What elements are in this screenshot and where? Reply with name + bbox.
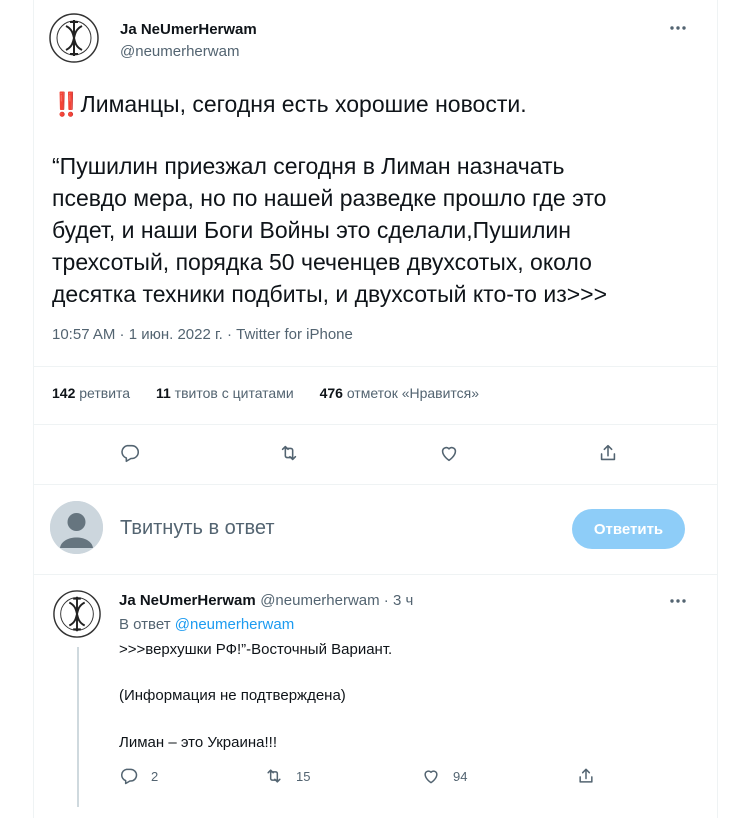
retweets-stat[interactable]: 142 ретвита bbox=[52, 385, 130, 401]
divider bbox=[33, 484, 717, 485]
likes-label: отметок «Нравится» bbox=[346, 385, 480, 401]
divider bbox=[33, 366, 717, 367]
avatar-emblem-icon bbox=[53, 590, 101, 638]
avatar-emblem-icon bbox=[49, 13, 99, 63]
tweet-body-line: будет, и наши Боги Войны это сделали,Пуш… bbox=[52, 217, 571, 243]
tweet-text: ‼️Лиманцы, сегодня есть хорошие новости. bbox=[52, 88, 682, 120]
likes-count: 476 bbox=[319, 385, 343, 401]
divider bbox=[33, 424, 717, 425]
like-count: 94 bbox=[453, 768, 468, 784]
replying-to: В ответ @neumerherwam bbox=[119, 616, 294, 633]
reply-line: >>>верхушки РФ!”-Восточный Вариант. bbox=[119, 641, 393, 658]
default-avatar-icon bbox=[50, 501, 103, 554]
like-button[interactable] bbox=[435, 439, 463, 467]
reply-icon bbox=[121, 444, 140, 463]
quotes-stat[interactable]: 11 твитов с цитатами bbox=[156, 385, 294, 401]
tweet-stats: 142 ретвита 11 твитов с цитатами 476 отм… bbox=[52, 385, 501, 401]
retweet-count: 15 bbox=[296, 768, 311, 784]
share-icon bbox=[600, 444, 616, 461]
tweet-body-line: трехсотый, порядка 50 чеченцев двухсотых… bbox=[52, 249, 592, 275]
retweets-count: 142 bbox=[52, 385, 76, 401]
replying-prefix: В ответ bbox=[119, 616, 171, 633]
more-icon[interactable] bbox=[668, 591, 688, 611]
quotes-count: 11 bbox=[155, 385, 171, 401]
heart-icon bbox=[424, 770, 438, 784]
more-icon[interactable] bbox=[668, 18, 688, 38]
retweet-icon bbox=[281, 445, 297, 461]
reply-author-name[interactable]: Ja NeUmerHerwam bbox=[119, 592, 256, 609]
tweet-body-line: псевдо мера, но по нашей разведке прошло… bbox=[52, 185, 607, 211]
thread-line bbox=[77, 647, 79, 807]
tweet-first-line: Лиманцы, сегодня есть хорошие новости. bbox=[80, 91, 527, 117]
heart-icon bbox=[441, 446, 457, 462]
reply-button[interactable]: 2 bbox=[119, 766, 158, 786]
reply-button[interactable] bbox=[116, 439, 144, 467]
share-button[interactable] bbox=[594, 439, 622, 467]
avatar[interactable] bbox=[52, 589, 102, 639]
share-icon bbox=[579, 768, 593, 783]
replying-to-link[interactable]: @neumerherwam bbox=[175, 616, 294, 633]
divider bbox=[33, 574, 717, 575]
tweet-timestamp[interactable]: 10:57 AM · 1 июн. 2022 г. · Twitter for … bbox=[52, 326, 353, 343]
reply-count: 2 bbox=[151, 768, 159, 784]
likes-stat[interactable]: 476 отметок «Нравится» bbox=[320, 385, 480, 401]
author-name[interactable]: Ja NeUmerHerwam bbox=[120, 21, 257, 38]
tweet-body-line: десятка техники подбиты, и двухсотый кто… bbox=[52, 281, 608, 307]
author-handle[interactable]: @neumerherwam bbox=[120, 43, 239, 60]
avatar[interactable] bbox=[50, 501, 103, 554]
like-button[interactable]: 94 bbox=[421, 766, 467, 786]
share-button[interactable] bbox=[576, 766, 608, 786]
reply-input[interactable]: Твитнуть в ответ bbox=[120, 517, 275, 540]
tweet-body-line: “Пушилин приезжал сегодня в Лиман назнач… bbox=[52, 153, 565, 179]
quotes-label: твитов с цитатами bbox=[174, 385, 294, 401]
retweets-label: ретвита bbox=[79, 385, 131, 401]
retweet-button[interactable]: 15 bbox=[264, 766, 310, 786]
reply-line: (Информация не подтверждена) bbox=[119, 687, 346, 704]
reply-header: Ja NeUmerHerwam @neumerherwam · 3 ч bbox=[119, 592, 413, 610]
tweet-body: “Пушилин приезжал сегодня в Лиман назнач… bbox=[52, 150, 682, 310]
reply-icon bbox=[121, 768, 138, 785]
reply-line: Лиман – это Украина!!! bbox=[119, 734, 277, 751]
retweet-button[interactable] bbox=[275, 439, 303, 467]
avatar[interactable] bbox=[48, 12, 100, 64]
reply-submit-button[interactable]: Ответить bbox=[572, 509, 685, 549]
double-exclamation-icon: ‼️ bbox=[52, 91, 81, 117]
retweet-icon bbox=[267, 769, 281, 783]
reply-author-handle-time[interactable]: @neumerherwam · 3 ч bbox=[260, 592, 413, 609]
